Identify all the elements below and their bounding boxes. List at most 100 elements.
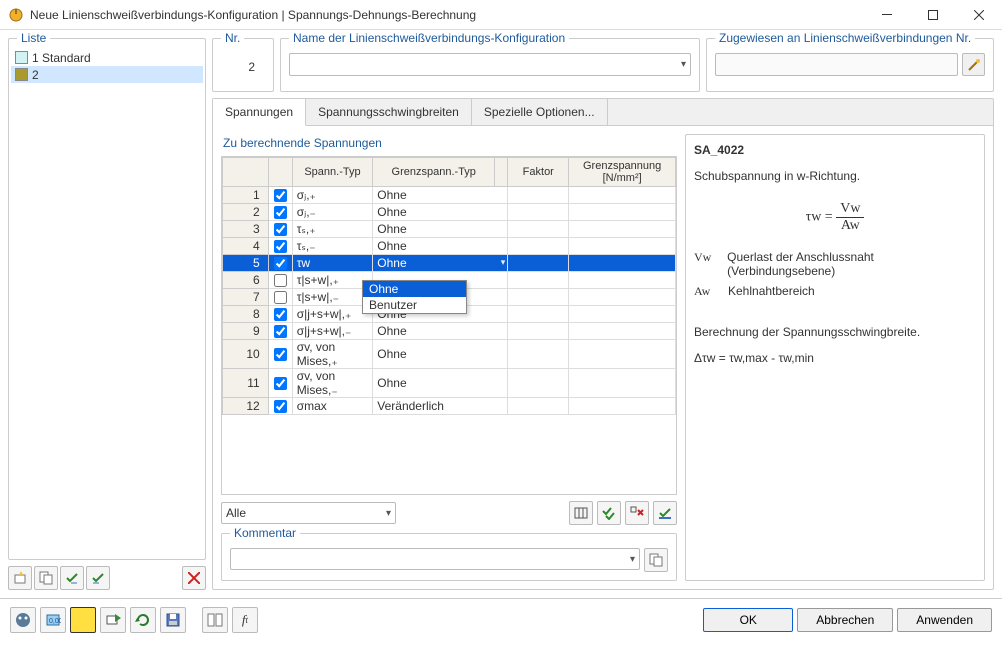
delete-button[interactable] — [182, 566, 206, 590]
table-row[interactable]: 1σⱼ,₊Ohne — [223, 187, 676, 204]
cell-grenztype[interactable]: Ohne — [373, 369, 508, 398]
table-row[interactable]: 9 σ|j+s+w|,₋Ohne — [223, 323, 676, 340]
cell-faktor — [508, 289, 569, 306]
row-checkbox[interactable] — [274, 274, 287, 287]
export-button[interactable] — [100, 607, 126, 633]
table-row[interactable]: 3τₛ,₊Ohne — [223, 221, 676, 238]
col-spanntype: Spann.-Typ — [292, 158, 373, 187]
cell-grenztype[interactable]: Ohne — [373, 187, 508, 204]
table-row[interactable]: 10σv, von Mises,₊Ohne — [223, 340, 676, 369]
row-checkbox[interactable] — [274, 348, 287, 361]
cell-grenztype[interactable]: Ohne — [373, 238, 508, 255]
tab[interactable]: Spezielle Optionen... — [472, 99, 608, 125]
table-row[interactable]: 4τₛ,₋Ohne — [223, 238, 676, 255]
name-combo[interactable]: ▾ — [289, 53, 691, 76]
nr-value: 2 — [221, 53, 265, 81]
color-button[interactable] — [70, 607, 96, 633]
row-checkbox[interactable] — [274, 291, 287, 304]
cell-grenzspannung — [569, 340, 676, 369]
row-number: 10 — [223, 340, 269, 369]
comment-copy-button[interactable] — [644, 548, 668, 572]
filter-combo[interactable]: Alle▾ — [221, 502, 396, 524]
cell-faktor — [508, 255, 569, 272]
tab[interactable]: Spannungen — [213, 99, 306, 126]
color-swatch — [15, 68, 28, 81]
row-checkbox[interactable] — [274, 308, 287, 321]
select-columns-button[interactable] — [569, 501, 593, 525]
title-bar: Neue Linienschweißverbindungs-Konfigurat… — [0, 0, 1002, 30]
cell-grenztype[interactable]: Ohne — [373, 340, 508, 369]
check-all-button[interactable] — [597, 501, 621, 525]
help-button[interactable] — [10, 607, 36, 633]
list-item[interactable]: 2 — [11, 66, 203, 83]
cell-faktor — [508, 369, 569, 398]
row-number: 5 — [223, 255, 269, 272]
cell-spanntype: σⱼ,₋ — [292, 204, 373, 221]
close-button[interactable] — [956, 0, 1002, 30]
list-item[interactable]: 1 Standard — [11, 49, 203, 66]
list-item-label: 1 Standard — [32, 51, 91, 65]
check-selection-button[interactable] — [653, 501, 677, 525]
cell-grenztype[interactable]: Ohne — [373, 204, 508, 221]
cell-faktor — [508, 221, 569, 238]
row-checkbox[interactable] — [274, 377, 287, 390]
ok-button[interactable]: OK — [703, 608, 793, 632]
row-checkbox[interactable] — [274, 240, 287, 253]
cell-grenztype[interactable]: Ohne — [373, 221, 508, 238]
cell-grenzspannung — [569, 323, 676, 340]
svg-text:0,00: 0,00 — [49, 618, 61, 625]
cell-grenzspannung — [569, 238, 676, 255]
cell-faktor — [508, 323, 569, 340]
copy-button[interactable] — [34, 566, 58, 590]
cell-faktor — [508, 238, 569, 255]
row-checkbox[interactable] — [274, 206, 287, 219]
maximize-button[interactable] — [910, 0, 956, 30]
table-row[interactable]: 12σmaxVeränderlich — [223, 398, 676, 415]
cancel-button[interactable]: Abbrechen — [797, 608, 893, 632]
row-number: 9 — [223, 323, 269, 340]
row-number: 2 — [223, 204, 269, 221]
assign-pick-button[interactable] — [962, 53, 985, 76]
function-button[interactable]: ft — [232, 607, 258, 633]
new-button[interactable] — [8, 566, 32, 590]
check-in-button[interactable] — [60, 566, 84, 590]
cell-spanntype: σ|j+s+w|,₋ — [292, 323, 373, 340]
tab[interactable]: Spannungsschwingbreiten — [306, 99, 472, 125]
row-number: 8 — [223, 306, 269, 323]
assign-input[interactable] — [715, 53, 958, 76]
check-out-button[interactable] — [86, 566, 110, 590]
row-checkbox[interactable] — [274, 189, 287, 202]
minimize-button[interactable] — [864, 0, 910, 30]
dropdown-option[interactable]: Benutzer — [363, 297, 466, 313]
row-checkbox[interactable] — [274, 223, 287, 236]
cell-grenztype[interactable]: Ohne — [373, 323, 508, 340]
row-checkbox[interactable] — [274, 400, 287, 413]
units-button[interactable]: 0,00 — [40, 607, 66, 633]
cell-spanntype: τₛ,₋ — [292, 238, 373, 255]
app-icon — [8, 7, 24, 23]
info-calc-formula: Δτw = τw,max - τw,min — [694, 349, 976, 367]
calculate-button[interactable] — [202, 607, 228, 633]
cell-faktor — [508, 272, 569, 289]
apply-button[interactable]: Anwenden — [897, 608, 992, 632]
refresh-button[interactable] — [130, 607, 156, 633]
cell-grenztype[interactable]: Veränderlich — [373, 398, 508, 415]
info-code: SA_4022 — [694, 143, 976, 157]
cell-faktor — [508, 187, 569, 204]
config-list[interactable]: 1 Standard2 — [9, 39, 205, 555]
table-row[interactable]: 2 σⱼ,₋Ohne — [223, 204, 676, 221]
col-grenztype: Grenzspann.-Typ — [373, 158, 495, 187]
table-row[interactable]: 11σv, von Mises,₋Ohne — [223, 369, 676, 398]
row-number: 6 — [223, 272, 269, 289]
row-checkbox[interactable] — [274, 325, 287, 338]
cell-grenztype[interactable]: Ohne▾ — [373, 255, 508, 272]
cell-spanntype: σ|j+s+w|,₊ — [292, 306, 373, 323]
grid-title: Zu berechnende Spannungen — [221, 134, 677, 152]
row-checkbox[interactable] — [274, 257, 287, 270]
uncheck-all-button[interactable] — [625, 501, 649, 525]
info-variable: VwQuerlast der Anschlussnaht (Verbindung… — [694, 250, 976, 278]
table-row[interactable]: 5τwOhne▾ — [223, 255, 676, 272]
dropdown-option[interactable]: Ohne — [363, 281, 466, 297]
comment-combo[interactable]: ▾ — [230, 548, 640, 570]
save-button[interactable] — [160, 607, 186, 633]
